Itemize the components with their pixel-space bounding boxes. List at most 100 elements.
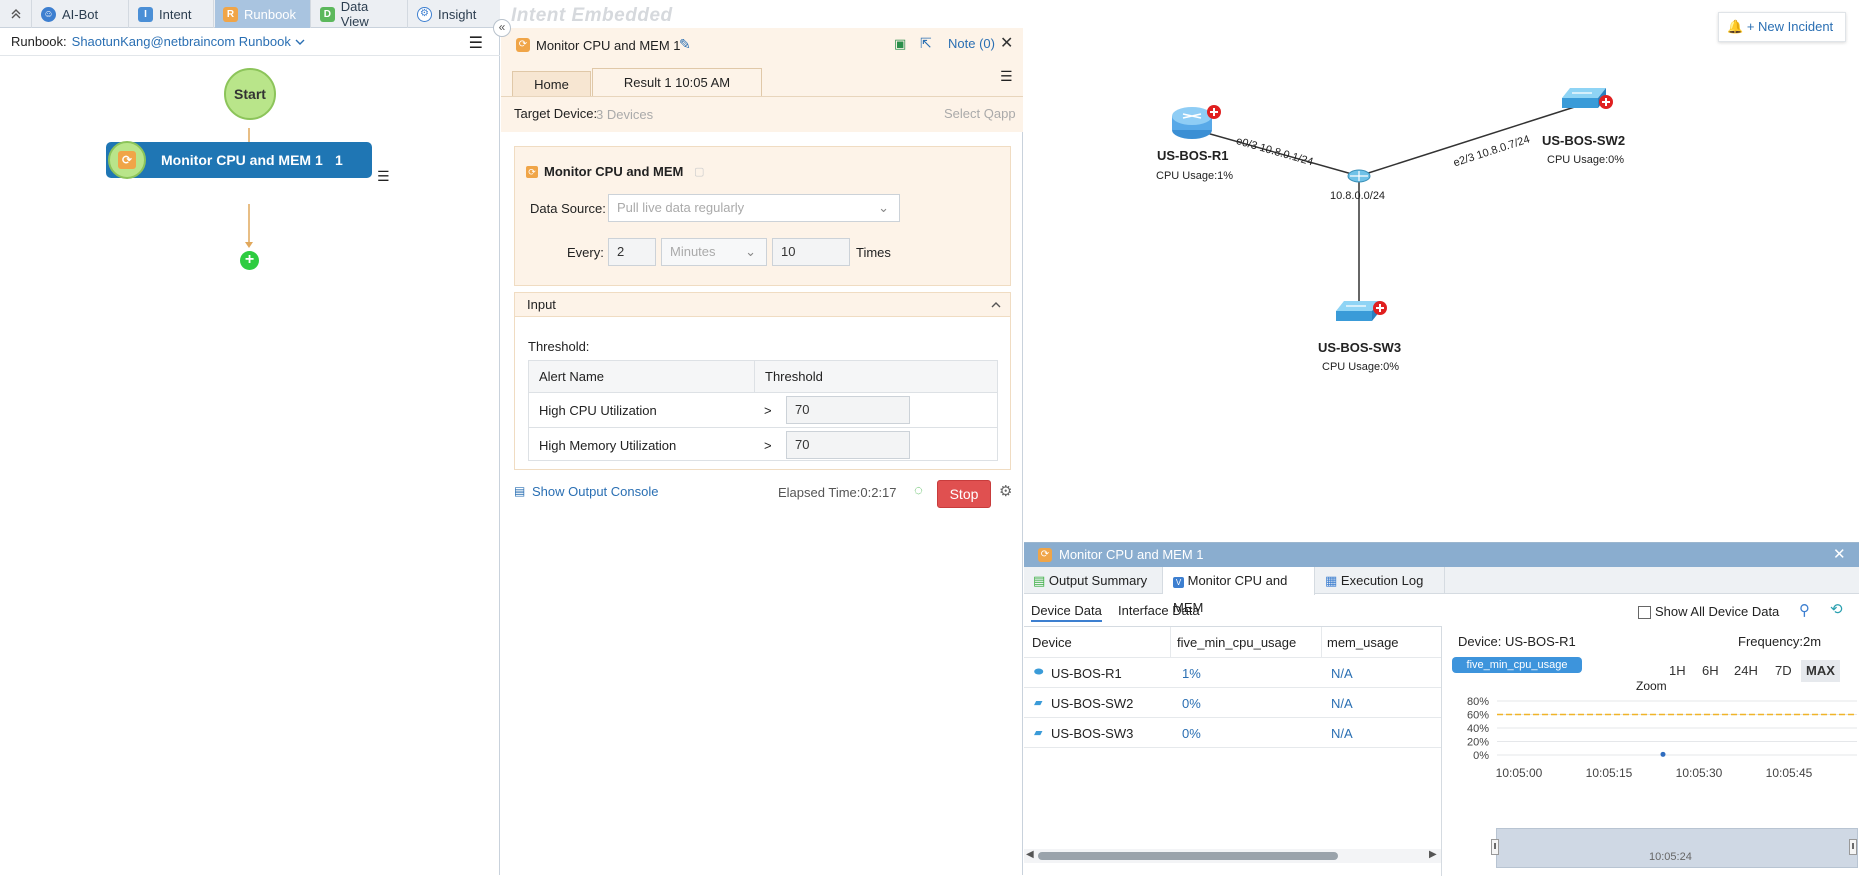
menu-icon[interactable]: ☰ [469, 33, 483, 53]
add-node-icon[interactable]: + [240, 251, 259, 270]
alert-badge-icon[interactable] [1599, 95, 1613, 109]
mem-value[interactable]: N/A [1331, 696, 1353, 711]
device-label-sw2[interactable]: US-BOS-SW2 [1542, 133, 1625, 148]
intent-embedded-watermark: Intent Embedded [511, 5, 673, 26]
table-row[interactable]: ⬬ US-BOS-R1 1% N/A [1024, 658, 1441, 688]
metric-tag[interactable]: five_min_cpu_usage [1452, 657, 1582, 673]
y-tick-label: 80% [1467, 696, 1489, 708]
tab-label: AI-Bot [62, 6, 99, 22]
device-name: US-BOS-R1 [1051, 666, 1122, 681]
mem-value[interactable]: N/A [1331, 726, 1353, 741]
edit-pencil-icon[interactable]: ✎ [679, 36, 691, 53]
clipboard-icon[interactable]: ▣ [894, 36, 906, 52]
device-label-r1[interactable]: US-BOS-R1 [1157, 148, 1229, 163]
tab-insight[interactable]: ⚙ Insight [409, 0, 500, 28]
tab-home[interactable]: Home [512, 71, 591, 96]
zoom-24h-button[interactable]: 24H [1729, 660, 1763, 682]
col-threshold: Threshold [765, 369, 823, 384]
node-label: Monitor CPU and MEM 1 [161, 152, 323, 168]
input-section-header[interactable]: Input [515, 293, 1010, 317]
switch-us-bos-sw3-icon[interactable] [1336, 301, 1380, 321]
new-incident-button[interactable]: 🔔 + New Incident [1718, 12, 1846, 42]
select-qapp-link[interactable]: Select Qapp [944, 106, 1016, 121]
col-divider [754, 361, 755, 393]
cpu-threshold-input[interactable]: 70 [786, 396, 910, 424]
subnet-label: 10.8.0.0/24 [1330, 190, 1386, 202]
zoom-max-button[interactable]: MAX [1801, 660, 1840, 682]
tab-divider [501, 96, 1023, 97]
horizontal-scrollbar[interactable]: ◀ ▶ [1024, 849, 1441, 863]
threshold-operator: > [764, 403, 772, 418]
refresh-icon[interactable]: ⟲ [1830, 600, 1843, 618]
elapsed-time: Elapsed Time:0:2:17 [778, 485, 897, 500]
table-row: High CPU Utilization > 70 [529, 393, 997, 428]
stop-button[interactable]: Stop [937, 480, 991, 508]
runbook-selector[interactable]: ShaotunKang@netbraincom Runbook [72, 34, 291, 49]
zoom-1h-button[interactable]: 1H [1664, 660, 1691, 682]
scroll-left-icon[interactable]: ◀ [1026, 849, 1034, 860]
data-source-select[interactable]: Pull live data regularly ⌄ [608, 194, 900, 222]
subtab-interface-data[interactable]: Interface Data [1118, 603, 1200, 618]
tab-runbook[interactable]: R Runbook [215, 0, 311, 28]
threshold-table-header: Alert Name Threshold [529, 361, 997, 393]
tab-output-summary[interactable]: ▤ Output Summary [1024, 567, 1163, 594]
cpu-usage-r1: CPU Usage:1% [1156, 170, 1234, 182]
show-output-console-link[interactable]: Show Output Console [532, 484, 658, 499]
robot-icon: ☺ [41, 6, 56, 22]
alert-badge-icon[interactable] [1207, 105, 1221, 119]
subnet-hub-icon[interactable] [1347, 169, 1371, 183]
table-row[interactable]: ▰ US-BOS-SW3 0% N/A [1024, 718, 1441, 748]
show-all-checkbox[interactable] [1638, 606, 1651, 619]
node-menu-icon[interactable]: ☰ [377, 168, 390, 185]
target-device-value[interactable]: 3 Devices [596, 107, 653, 122]
times-input[interactable]: 10 [772, 238, 850, 266]
table-row[interactable]: ▰ US-BOS-SW2 0% N/A [1024, 688, 1441, 718]
tab-data-view[interactable]: D Data View [312, 0, 408, 29]
gear-icon[interactable]: ⚙ [999, 482, 1012, 500]
tab-monitor-cpu-mem[interactable]: V Monitor CPU and MEM [1163, 567, 1315, 615]
tab-result-1[interactable]: Result 1 10:05 AM [592, 68, 762, 96]
zoom-6h-button[interactable]: 6H [1697, 660, 1724, 682]
mem-value[interactable]: N/A [1331, 666, 1353, 681]
cpu-value[interactable]: 0% [1182, 696, 1201, 711]
qapp-icon: ⟳ [1038, 548, 1052, 562]
tab-ai-bot[interactable]: ☺ AI-Bot [33, 0, 129, 28]
zoom-7d-button[interactable]: 7D [1770, 660, 1797, 682]
navigator-left-handle[interactable]: ‖ [1491, 839, 1499, 855]
navigator-right-handle[interactable]: ‖ [1849, 839, 1857, 855]
subtab-device-data[interactable]: Device Data [1031, 603, 1102, 622]
collapse-up-icon[interactable] [0, 0, 32, 28]
menu-icon[interactable]: ☰ [1000, 68, 1013, 85]
start-node[interactable]: Start [224, 68, 276, 120]
note-link[interactable]: Note (0) [948, 36, 995, 51]
chevron-up-icon[interactable] [990, 300, 1002, 310]
alert-badge-icon[interactable] [1373, 301, 1387, 315]
close-icon[interactable]: ✕ [1000, 33, 1013, 53]
tab-intent[interactable]: I Intent [130, 0, 214, 28]
chart-frequency: Frequency:2m [1738, 634, 1822, 649]
device-name: US-BOS-SW2 [1051, 696, 1134, 711]
collapse-left-icon[interactable]: « [493, 19, 511, 37]
runbook-node-monitor[interactable]: ⟳ Monitor CPU and MEM 1 1 [106, 141, 372, 179]
router-us-bos-r1-icon[interactable] [1172, 107, 1212, 139]
runbook-header: Runbook: ShaotunKang@netbraincom Runbook… [0, 28, 500, 56]
interval-unit-select[interactable]: Minutes ⌄ [661, 238, 767, 266]
export-icon[interactable]: ⇱ [920, 35, 932, 52]
device-label-sw3[interactable]: US-BOS-SW3 [1318, 340, 1401, 355]
chevron-down-icon[interactable] [294, 37, 306, 47]
cpu-value[interactable]: 0% [1182, 726, 1201, 741]
search-icon[interactable]: ⚲ [1799, 601, 1810, 619]
every-input[interactable]: 2 [608, 238, 656, 266]
scrollbar-thumb[interactable] [1038, 852, 1338, 860]
switch-us-bos-sw2-icon[interactable] [1562, 88, 1606, 108]
monitor-icon: V [1173, 577, 1184, 588]
info-icon[interactable]: ▢ [694, 165, 704, 178]
time-navigator[interactable]: ‖ ‖ 10:05:24 [1491, 828, 1858, 868]
scroll-right-icon[interactable]: ▶ [1429, 849, 1437, 860]
close-icon[interactable]: ✕ [1833, 545, 1846, 563]
tab-label: Intent [159, 6, 192, 22]
top-tab-bar: ☺ AI-Bot I Intent R Runbook D Data View … [0, 0, 500, 29]
memory-threshold-input[interactable]: 70 [786, 431, 910, 459]
tab-execution-log[interactable]: ▦ Execution Log [1315, 567, 1445, 594]
cpu-value[interactable]: 1% [1182, 666, 1201, 681]
